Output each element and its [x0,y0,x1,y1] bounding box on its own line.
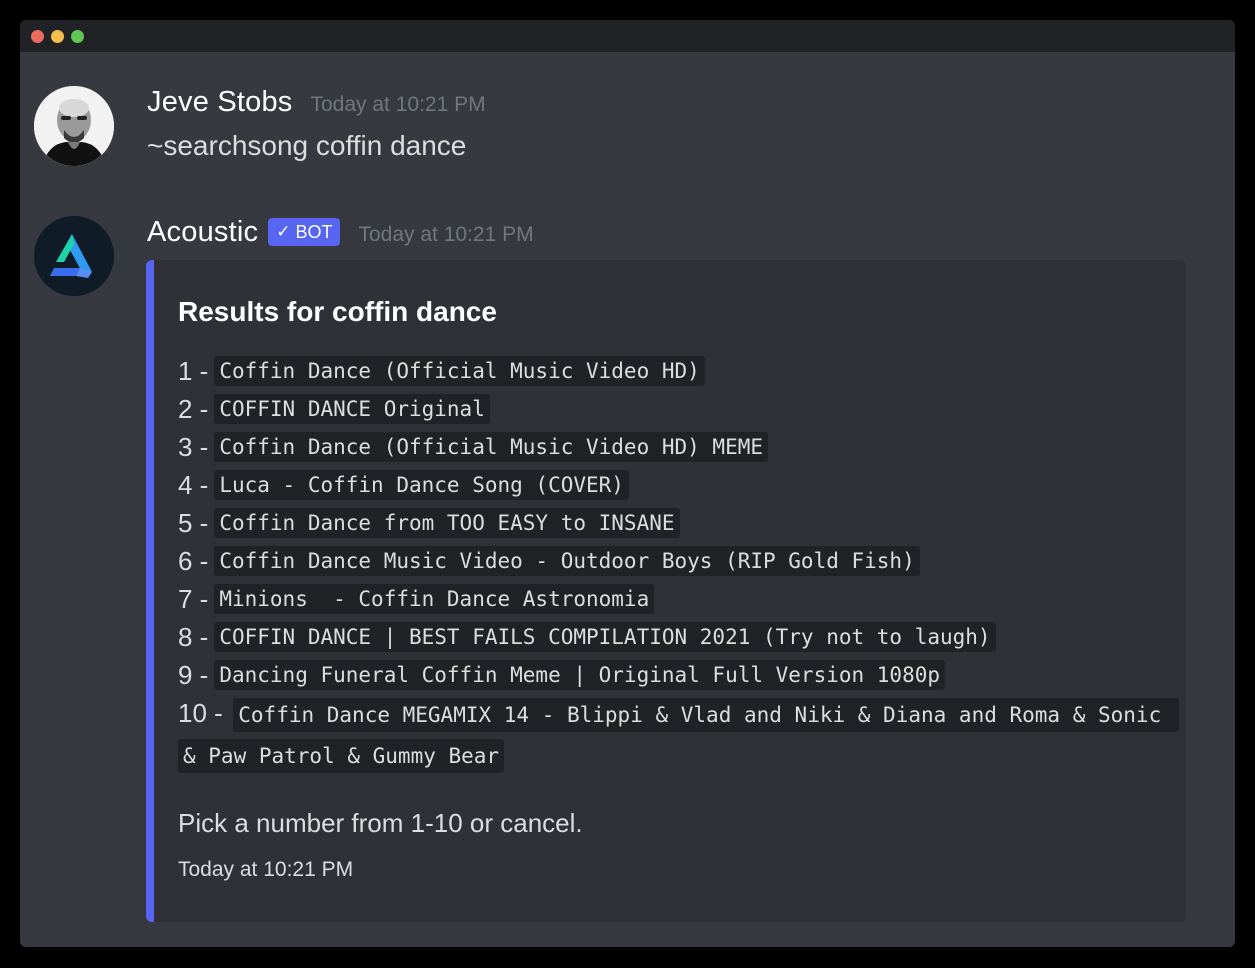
list-item: 7 - Minions - Coffin Dance Astronomia [178,580,1168,618]
result-title: Coffin Dance (Official Music Video HD) [214,356,705,386]
list-item: 3 - Coffin Dance (Official Music Video H… [178,428,1168,466]
result-title: COFFIN DANCE Original [214,394,490,424]
list-item: 5 - Coffin Dance from TOO EASY to INSANE [178,504,1168,542]
result-number: 9 - [178,659,209,690]
bot-username[interactable]: Acoustic [147,216,258,249]
result-number: 1 - [178,355,209,386]
list-item: 8 - COFFIN DANCE | BEST FAILS COMPILATIO… [178,618,1168,656]
search-results-embed: Results for coffin dance 1 - Coffin Danc… [146,260,1186,922]
result-number: 3 - [178,431,209,462]
maximize-window-button[interactable] [71,30,84,43]
message-content: ~searchsong coffin dance [147,130,467,161]
result-title: Dancing Funeral Coffin Meme | Original F… [214,660,945,690]
result-number: 6 - [178,545,209,576]
list-item: 2 - COFFIN DANCE Original [178,390,1168,428]
result-title: Coffin Dance (Official Music Video HD) M… [214,432,768,462]
message-header: Jeve Stobs Today at 10:21 PM [147,86,486,119]
embed-description: Pick a number from 1-10 or cancel. [178,808,583,838]
embed-title: Results for coffin dance [178,296,497,327]
embed-footer-timestamp: Today at 10:21 PM [178,858,354,881]
list-item: 10 - Coffin Dance MEGAMIX 14 - Blippi & … [178,694,1179,778]
bot-avatar[interactable] [34,216,114,296]
result-number: 7 - [178,583,209,614]
result-number: 5 - [178,507,209,538]
result-number: 2 - [178,393,209,424]
username[interactable]: Jeve Stobs [147,86,292,119]
user-avatar[interactable] [34,86,114,166]
checkmark-icon: ✓ [276,222,291,241]
list-item: 6 - Coffin Dance Music Video - Outdoor B… [178,542,1168,580]
minimize-window-button[interactable] [51,30,64,43]
portrait-icon [34,86,114,166]
list-item: 4 - Luca - Coffin Dance Song (COVER) [178,466,1168,504]
title-bar [20,20,1235,52]
message-header: Acoustic ✓ BOT Today at 10:21 PM [147,216,534,250]
chat-window: Jeve Stobs Today at 10:21 PM ~searchsong… [20,20,1235,947]
result-title: Minions - Coffin Dance Astronomia [214,584,655,614]
message-timestamp: Today at 10:21 PM [358,223,534,246]
result-number: 10 - [178,698,223,728]
result-title: Coffin Dance MEGAMIX 14 - Blippi & Vlad … [178,698,1179,773]
result-title: COFFIN DANCE | BEST FAILS COMPILATION 20… [214,622,996,652]
bot-badge-label: BOT [295,221,333,242]
close-window-button[interactable] [31,30,44,43]
acoustic-logo-icon [34,216,114,296]
result-title: Coffin Dance Music Video - Outdoor Boys … [214,546,920,576]
result-number: 4 - [178,469,209,500]
result-title: Coffin Dance from TOO EASY to INSANE [214,508,680,538]
list-item: 9 - Dancing Funeral Coffin Meme | Origin… [178,656,1168,694]
result-number: 8 - [178,621,209,652]
message-timestamp: Today at 10:21 PM [310,93,486,116]
result-title: Luca - Coffin Dance Song (COVER) [214,470,629,500]
results-list: 1 - Coffin Dance (Official Music Video H… [178,352,1179,778]
list-item: 1 - Coffin Dance (Official Music Video H… [178,352,1168,390]
bot-badge: ✓ BOT [268,218,341,246]
